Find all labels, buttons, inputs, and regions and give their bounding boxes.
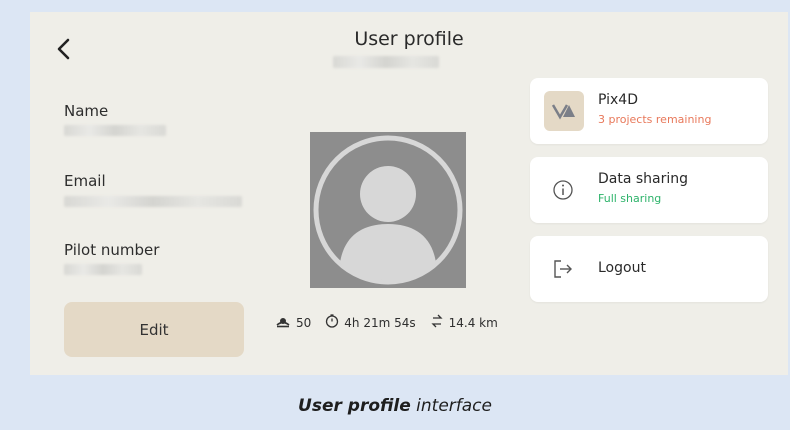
- figure-caption: User profile interface: [0, 396, 790, 416]
- pix4d-projects-remaining: 3 projects remaining: [598, 113, 712, 126]
- page-title: User profile: [354, 28, 464, 50]
- flight-distance: 14.4 km: [448, 315, 498, 330]
- logout-icon: [546, 252, 580, 286]
- flight-stats: 50 4h 21m 54s 14.4 km: [275, 314, 498, 331]
- info-icon: [546, 173, 580, 207]
- redacted-name: [64, 125, 166, 136]
- data-sharing-title: Data sharing: [598, 171, 689, 187]
- avatar-placeholder-icon: [310, 132, 466, 288]
- redacted-pilot-number: [64, 264, 142, 275]
- flights-icon: [275, 314, 291, 331]
- timer-icon: [325, 314, 339, 331]
- duration-stat: 4h 21m 54s: [325, 314, 416, 331]
- logout-label: Logout: [598, 260, 646, 276]
- pix4d-card[interactable]: Pix4D 3 projects remaining: [530, 78, 768, 144]
- caption-rest: interface: [410, 396, 492, 416]
- flights-count: 50: [296, 315, 312, 330]
- redacted-subtitle: [333, 56, 439, 68]
- caption-bold: User profile: [298, 396, 411, 416]
- user-profile-screen: User profile Name Email Pilot number Edi…: [30, 12, 788, 375]
- flight-duration: 4h 21m 54s: [344, 315, 416, 330]
- distance-icon: [430, 314, 444, 331]
- logout-card[interactable]: Logout: [530, 236, 768, 302]
- data-sharing-card[interactable]: Data sharing Full sharing: [530, 157, 768, 223]
- redacted-email: [64, 196, 242, 207]
- pix4d-logo-icon: [544, 91, 584, 131]
- pix4d-title: Pix4D: [598, 92, 638, 108]
- name-label: Name: [64, 102, 109, 120]
- email-label: Email: [64, 172, 106, 190]
- distance-stat: 14.4 km: [430, 314, 498, 331]
- pilot-number-label: Pilot number: [64, 241, 160, 259]
- flights-stat: 50: [275, 314, 311, 331]
- edit-button[interactable]: Edit: [64, 302, 244, 357]
- data-sharing-status: Full sharing: [598, 192, 662, 205]
